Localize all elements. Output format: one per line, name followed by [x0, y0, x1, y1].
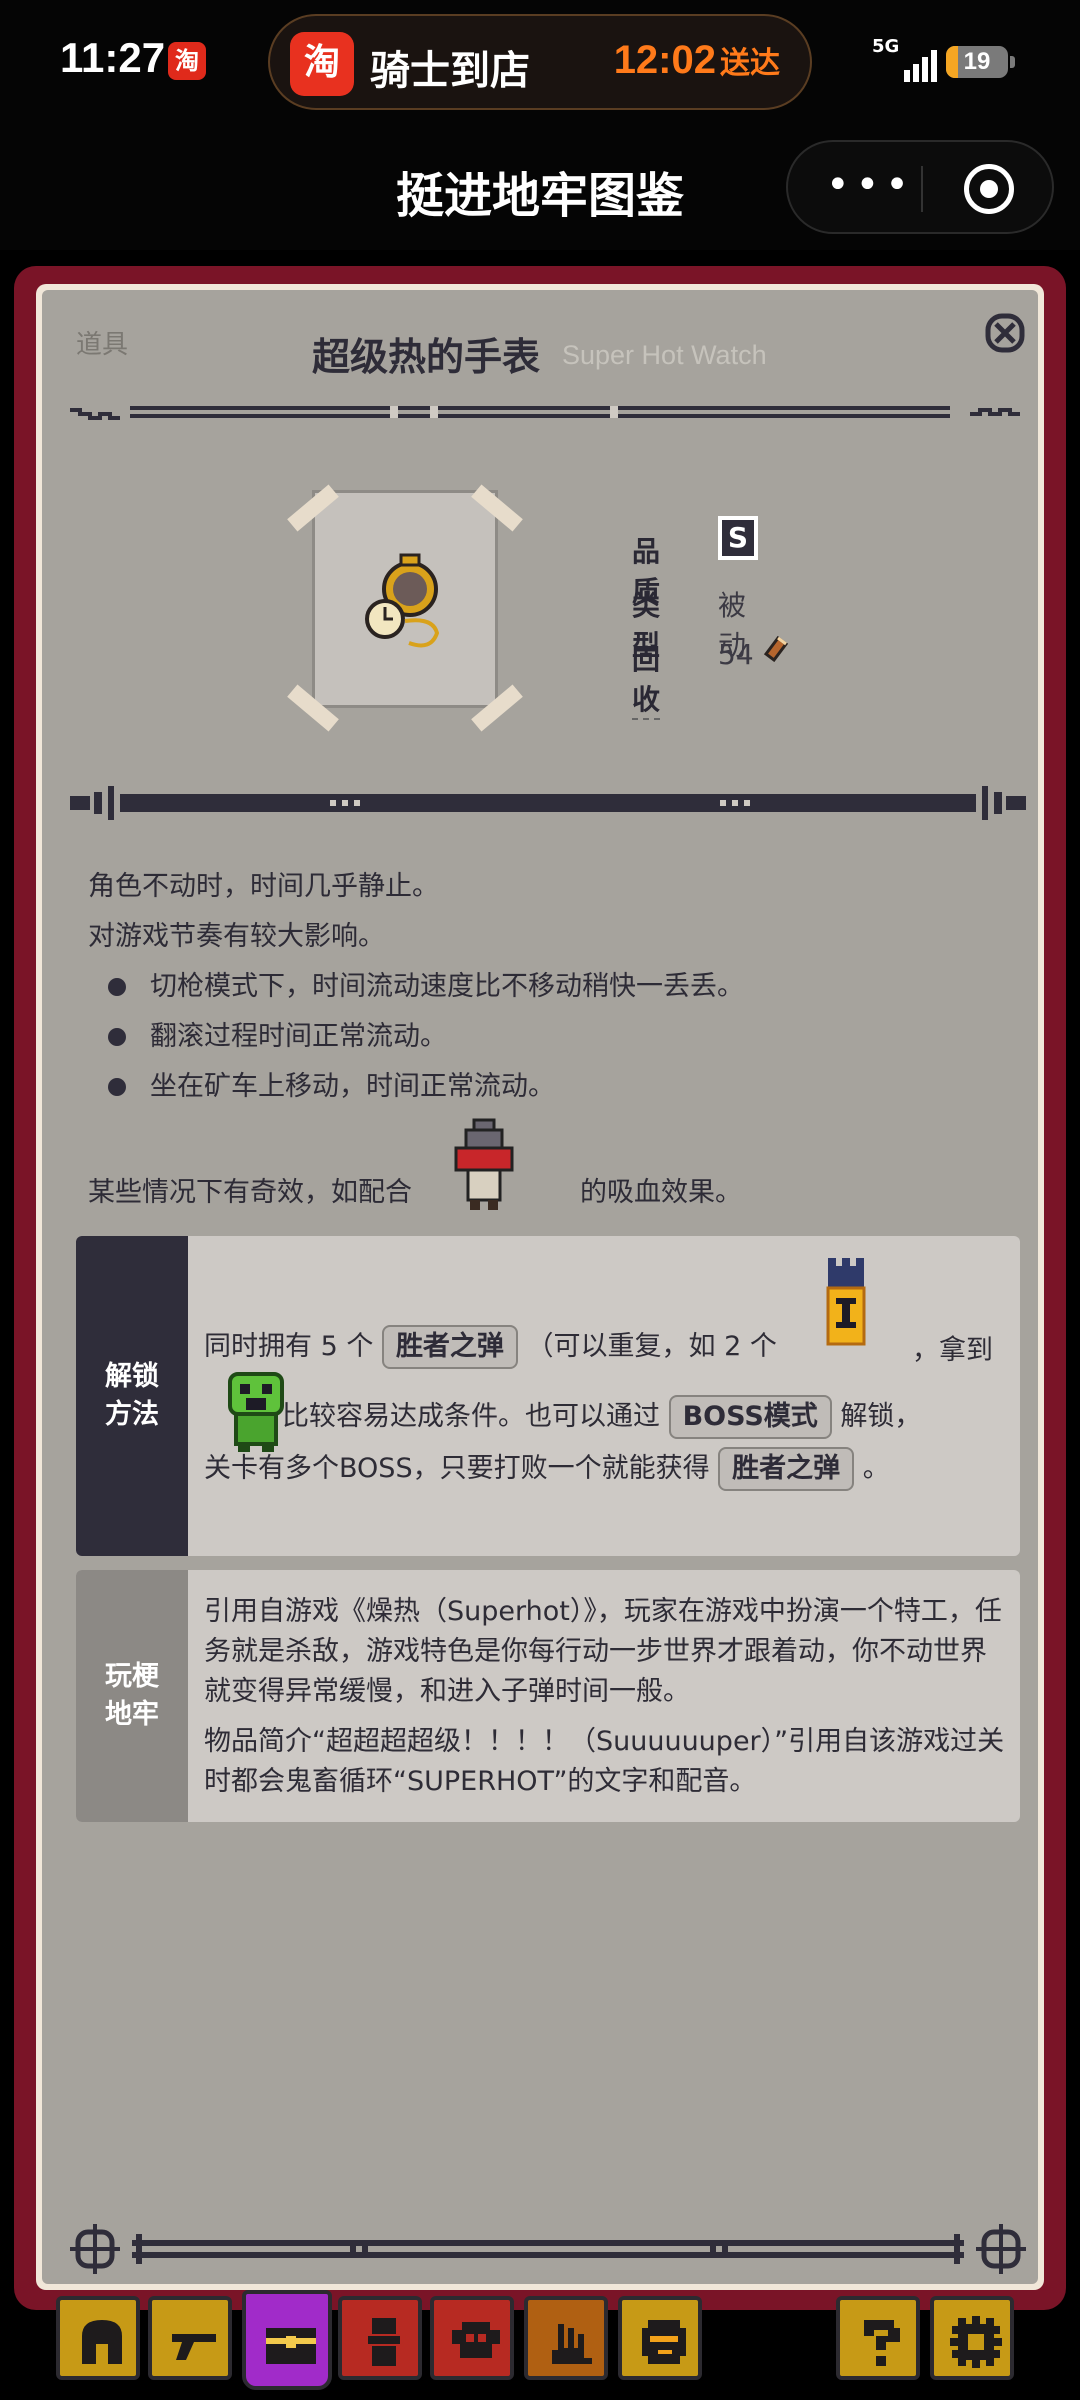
signal-icon: 5G	[872, 36, 937, 84]
shell-casing-icon	[763, 635, 789, 662]
desc-bullet: 切枪模式下，时间流动速度比不移动稍快一丢丢。	[88, 962, 1008, 1012]
menu-capsule: •••	[786, 140, 1054, 234]
unlock-text-part: 关卡有多个BOSS，只要打败一个就能获得	[204, 1453, 710, 1484]
tab-shrines[interactable]	[524, 2296, 608, 2380]
live-activity-pill[interactable]: 淘 骑士到店 12:02 送达	[268, 14, 812, 110]
item-name-english: Super Hot Watch	[562, 340, 767, 370]
trivia-panel: 玩梗地牢 引用自游戏《燥热（Superhot）》，玩家在游戏中扮演一个特工，任务…	[76, 1570, 1020, 1822]
synergy-line: 某些情况下有奇效，如配合 的吸血效果。	[88, 1118, 1008, 1234]
trivia-text: 引用自游戏《燥热（Superhot）》，玩家在游戏中扮演一个特工，任务就是杀敌，…	[204, 1592, 1008, 1802]
battery-icon: 19	[946, 46, 1008, 78]
tab-guns[interactable]	[148, 2296, 232, 2380]
network-type: 5G	[872, 36, 900, 57]
quality-badge: S	[718, 516, 758, 560]
delivery-eta-time: 12:02	[613, 38, 716, 82]
tab-helmet[interactable]	[56, 2296, 140, 2380]
delivery-eta-label: 送达	[720, 46, 780, 81]
unlock-label: 解锁 方法	[76, 1236, 188, 1556]
recycle-label[interactable]: 回收	[632, 638, 661, 720]
trivia-paragraph: 引用自游戏《燥热（Superhot）》，玩家在游戏中扮演一个特工，任务就是杀敌，…	[204, 1596, 1002, 1707]
close-miniprogram-icon[interactable]	[964, 164, 1014, 214]
synergy-text-before: 某些情况下有奇效，如配合	[88, 1177, 412, 1208]
title-divider	[70, 406, 1020, 420]
boss-mode-tag[interactable]: BOSS模式	[668, 1395, 832, 1439]
watch-icon	[365, 553, 440, 648]
codex-frame: 道具 超级热的手表 Super Hot Watch 品质 S 类型 被动 回收 …	[14, 266, 1066, 2310]
trivia-paragraph: 物品简介“超超超超级！！！！（Suuuuuuper）”引用自该游戏过关时都会鬼畜…	[204, 1726, 1005, 1797]
taobao-app-icon: 淘	[290, 32, 354, 96]
item-name: 超级热的手表	[312, 335, 541, 379]
status-time: 11:27	[60, 34, 166, 81]
unlock-text-part: 。	[862, 1453, 890, 1484]
item-category: 道具	[76, 330, 129, 360]
winners-bullet-tag[interactable]: 胜者之弹	[718, 1447, 855, 1491]
tab-enemies[interactable]	[430, 2296, 514, 2380]
synergy-text-after: 的吸血效果。	[580, 1177, 742, 1208]
vampire-item-icon[interactable]	[452, 1118, 516, 1212]
trivia-label-line2: 地牢	[105, 1699, 159, 1730]
delivery-eta: 12:02 送达	[614, 38, 780, 83]
gun-icon	[172, 2334, 216, 2360]
recycle-value: 54	[718, 638, 754, 671]
gungeoneer-icon	[368, 2318, 400, 2366]
bottom-tab-bar	[0, 2290, 1080, 2400]
tab-help[interactable]	[836, 2296, 920, 2380]
item-description: 角色不动时，时间几乎静止。 对游戏节奏有较大影响。 切枪模式下，时间流动速度比不…	[88, 862, 1008, 1234]
close-icon[interactable]	[982, 310, 1028, 356]
tab-npcs[interactable]	[618, 2296, 702, 2380]
item-image	[312, 490, 498, 708]
tab-items[interactable]	[242, 2290, 332, 2390]
live-activity-title: 骑士到店	[370, 48, 530, 94]
winners-bullet-tag[interactable]: 胜者之弹	[381, 1325, 518, 1369]
unlock-text-part: 同时拥有 5 个	[204, 1331, 374, 1362]
tab-characters[interactable]	[338, 2296, 422, 2380]
settings-icon	[950, 2316, 1002, 2368]
taobao-badge-icon: 淘	[168, 42, 206, 80]
skull-icon	[452, 2322, 500, 2358]
chest-icon	[266, 2328, 316, 2364]
unlock-text-part: （可以重复，如 2 个	[526, 1331, 777, 1362]
hand-icon	[552, 2324, 592, 2364]
item-card: 道具 超级热的手表 Super Hot Watch 品质 S 类型 被动 回收 …	[42, 290, 1038, 2284]
desc-line: 对游戏节奏有较大影响。	[88, 921, 385, 952]
face-icon	[642, 2320, 686, 2364]
unlock-text-part: 解锁，	[840, 1401, 922, 1432]
bottom-divider	[70, 2224, 1026, 2274]
unlock-method-panel: 解锁 方法 同时拥有 5 个 胜者之弹 （可以重复，如 2 个 ，拿到 比较容易…	[76, 1236, 1020, 1556]
unlock-text-part: 比较容易达成条件。也可以通过	[282, 1401, 660, 1432]
trivia-label: 玩梗 地牢	[76, 1570, 188, 1822]
battery-level: 19	[963, 48, 991, 75]
section-divider	[70, 786, 1026, 820]
unlock-text-part: ，拿到	[912, 1335, 993, 1366]
status-bar: 11:27 淘 淘 骑士到店 12:02 送达 5G 19	[0, 0, 1080, 120]
tab-settings[interactable]	[930, 2296, 1014, 2380]
helmet-icon	[82, 2320, 122, 2364]
winners-bullet-icon[interactable]	[824, 1258, 868, 1348]
more-icon[interactable]: •••	[826, 165, 909, 205]
unlock-label-line2: 方法	[105, 1399, 159, 1430]
unlock-label-line1: 解锁	[105, 1361, 159, 1392]
mini-program-navbar: 挺进地牢图鉴 •••	[0, 120, 1080, 250]
question-icon	[864, 2320, 900, 2366]
trivia-label-line1: 玩梗	[105, 1661, 159, 1692]
desc-bullet: 坐在矿车上移动，时间正常流动。	[88, 1062, 1008, 1112]
desc-bullet: 翻滚过程时间正常流动。	[88, 1012, 1008, 1062]
desc-line: 角色不动时，时间几乎静止。	[88, 871, 439, 902]
